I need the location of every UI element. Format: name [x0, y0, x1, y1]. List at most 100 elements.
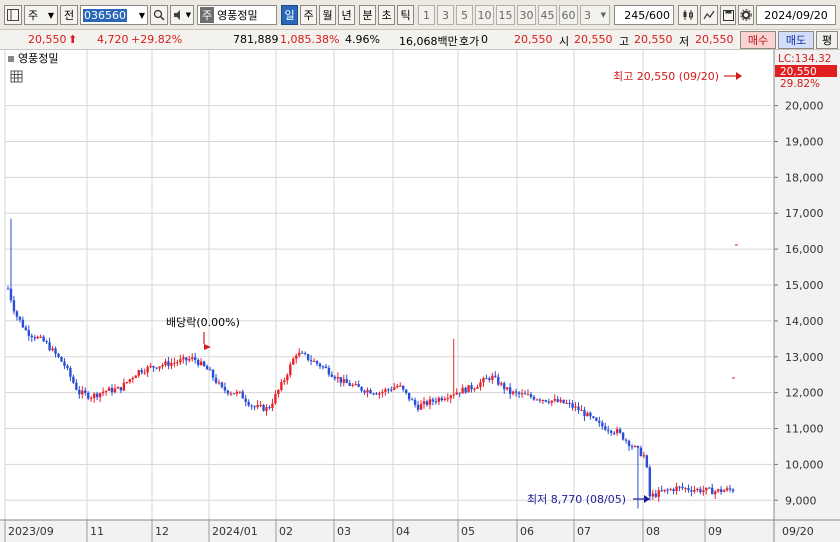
scope-button[interactable]: 전 — [60, 5, 78, 25]
candle-body — [306, 354, 310, 360]
candle-body — [271, 403, 274, 409]
candle-body — [253, 406, 256, 408]
layout-icon[interactable] — [4, 5, 22, 25]
y-tick-label: 19,000 — [785, 135, 824, 148]
candle-body — [497, 376, 500, 385]
legend-label: 영풍정밀 — [18, 52, 58, 65]
candle-body — [69, 368, 72, 377]
market-select[interactable]: 주 ▼ — [24, 5, 58, 25]
speaker-icon[interactable]: ▼ — [170, 5, 194, 25]
candle-body — [574, 406, 577, 408]
drawing-tools-icon[interactable] — [700, 5, 718, 25]
candle-body — [399, 385, 402, 387]
candle-body — [544, 400, 548, 402]
candle-body — [725, 488, 729, 491]
candle-body — [636, 445, 640, 448]
volume-rate: 1,085.38% — [280, 33, 340, 46]
open-label: 시 — [559, 35, 570, 48]
candle-body — [479, 382, 482, 388]
interval-5[interactable]: 5 — [456, 5, 473, 25]
candle-body — [205, 366, 209, 370]
candle-body — [30, 335, 33, 338]
candle-body — [351, 384, 354, 386]
interval-30[interactable]: 30 — [517, 5, 536, 25]
period-month[interactable]: 월 — [319, 5, 336, 25]
table-icon[interactable] — [10, 70, 23, 83]
search-icon[interactable] — [150, 5, 168, 25]
candle-body — [681, 486, 684, 489]
candle-body — [416, 404, 420, 410]
price-chart[interactable]: 20,000 19,000 18,000 17,000 16,000 15,000 14,0… — [0, 50, 840, 542]
period-week[interactable]: 주 — [300, 5, 317, 25]
candle-body — [21, 319, 25, 328]
arrow-up-icon: ⬆ — [68, 33, 78, 46]
candle-body — [485, 378, 488, 380]
candle-body — [731, 489, 735, 492]
candle-body — [167, 361, 170, 366]
candle-body — [143, 372, 146, 374]
count-value: 245 — [624, 8, 646, 22]
candle-body — [604, 426, 607, 430]
candle-body — [27, 330, 30, 336]
period-day[interactable]: 일 — [281, 5, 298, 25]
candle-body — [345, 379, 348, 384]
y-tick-label: 12,000 — [785, 387, 824, 400]
interval-15[interactable]: 15 — [496, 5, 515, 25]
dividend-annotation: 배당락(0.00%) — [166, 316, 240, 329]
x-tick-label: 06 — [520, 525, 534, 538]
candle-body — [675, 486, 678, 492]
stock-name-box[interactable]: 주 영풍정밀 — [197, 5, 277, 25]
candle-body — [402, 385, 405, 390]
candle-body — [633, 445, 637, 447]
interval-45[interactable]: 45 — [538, 5, 557, 25]
candle-body — [428, 399, 432, 405]
buy-button[interactable]: 매수 — [740, 31, 776, 49]
candle-body — [217, 382, 221, 384]
candle-body — [517, 392, 521, 395]
date-input[interactable]: 2024/09/20 — [756, 5, 836, 25]
y-tick-label: 13,000 — [785, 351, 824, 364]
candle-body — [556, 399, 559, 402]
candle-body — [348, 383, 351, 386]
interval-10[interactable]: 10 — [475, 5, 494, 25]
candle-body — [663, 489, 666, 492]
stock-code-input[interactable]: 036560 ▼ — [80, 5, 148, 25]
count-input[interactable]: 245 /600 — [614, 5, 674, 25]
high-annotation: 최고 20,550 (09/20) — [613, 70, 719, 83]
candle-body — [660, 490, 663, 492]
gear-icon[interactable] — [738, 5, 754, 25]
period-year[interactable]: 년 — [338, 5, 355, 25]
candle-body — [716, 489, 720, 492]
candle-body — [413, 399, 417, 405]
candle-body — [250, 405, 253, 407]
candle-body — [470, 385, 473, 390]
period-minute[interactable]: 분 — [359, 5, 376, 25]
period-second[interactable]: 초 — [378, 5, 395, 25]
candle-body — [621, 432, 625, 440]
candle-body — [289, 364, 292, 376]
candle-body — [280, 382, 283, 390]
candle-body — [309, 359, 313, 362]
save-icon[interactable] — [720, 5, 736, 25]
interval-1[interactable]: 1 — [418, 5, 435, 25]
sell-button[interactable]: 매도 — [778, 31, 814, 49]
candle-type-icon[interactable] — [678, 5, 698, 25]
candle-body — [666, 489, 669, 491]
candle-body — [101, 391, 105, 394]
candle-body — [63, 361, 66, 366]
interval-60[interactable]: 60 — [559, 5, 578, 25]
candle-body — [410, 399, 414, 401]
candle-body — [601, 422, 604, 427]
x-tick-label: 04 — [396, 525, 410, 538]
candle-body — [488, 378, 491, 381]
candle-body — [185, 357, 188, 361]
period-tick[interactable]: 틱 — [397, 5, 414, 25]
candle-body — [39, 336, 42, 338]
candle-body — [610, 430, 613, 433]
interval-custom-input[interactable]: 3 ▼ — [580, 5, 610, 25]
interval-3[interactable]: 3 — [437, 5, 454, 25]
extra-button[interactable]: 평 — [816, 31, 838, 49]
current-value: 20,550 — [514, 33, 553, 46]
candle-body — [520, 393, 524, 395]
candle-body — [532, 396, 536, 400]
